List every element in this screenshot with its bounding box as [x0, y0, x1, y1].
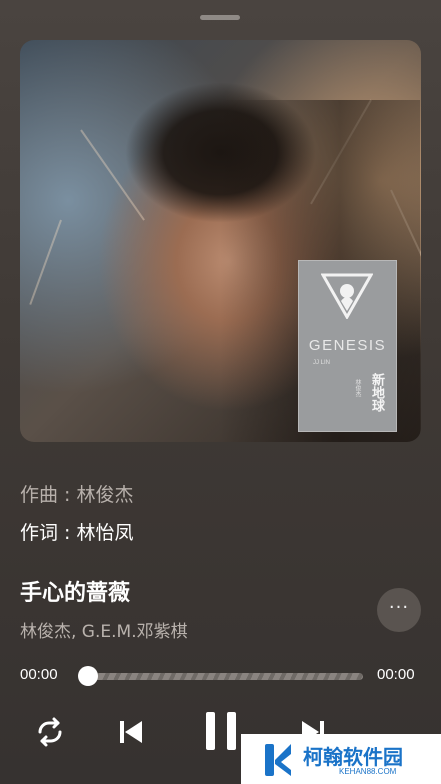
- progress-bar[interactable]: [88, 673, 363, 680]
- pause-icon: [206, 712, 236, 750]
- album-card-artist-cn: 林俊杰: [354, 379, 361, 397]
- album-cover: GENESIS JJ LIN 林俊杰 新地球: [20, 40, 421, 442]
- watermark-logo-icon: [265, 744, 291, 776]
- album-card-title-cn: 新地球: [369, 373, 384, 412]
- total-time: 00:00: [377, 666, 415, 683]
- song-artist[interactable]: 林俊杰, G.E.M.邓紫棋: [20, 617, 188, 642]
- more-options-button[interactable]: ···: [377, 588, 421, 632]
- repeat-icon: [38, 717, 62, 747]
- album-card-title-en: GENESIS: [308, 337, 387, 354]
- progress-thumb[interactable]: [78, 666, 98, 686]
- repeat-button[interactable]: [30, 712, 70, 752]
- watermark-domain: KEHAN88.COM: [339, 767, 397, 776]
- drag-handle[interactable]: [200, 15, 240, 20]
- watermark: 柯翰软件园 KEHAN88.COM: [241, 734, 441, 784]
- composer-credit: 作曲 : 林俊杰: [20, 484, 134, 506]
- cover-spark: [80, 129, 145, 221]
- previous-track-button[interactable]: [112, 712, 152, 752]
- album-card: GENESIS JJ LIN 林俊杰 新地球: [298, 260, 397, 432]
- watermark-name: 柯翰软件园: [303, 745, 403, 769]
- song-title: 手心的蔷薇: [20, 581, 131, 606]
- pause-button[interactable]: [200, 706, 242, 756]
- album-emblem-icon: [321, 273, 373, 319]
- skip-previous-icon: [120, 721, 142, 743]
- cover-spark: [29, 219, 62, 305]
- current-time: 00:00: [20, 666, 58, 683]
- album-card-artist-en: JJ LIN: [313, 360, 331, 366]
- lyricist-credit: 作词 : 林怡凤: [20, 522, 134, 544]
